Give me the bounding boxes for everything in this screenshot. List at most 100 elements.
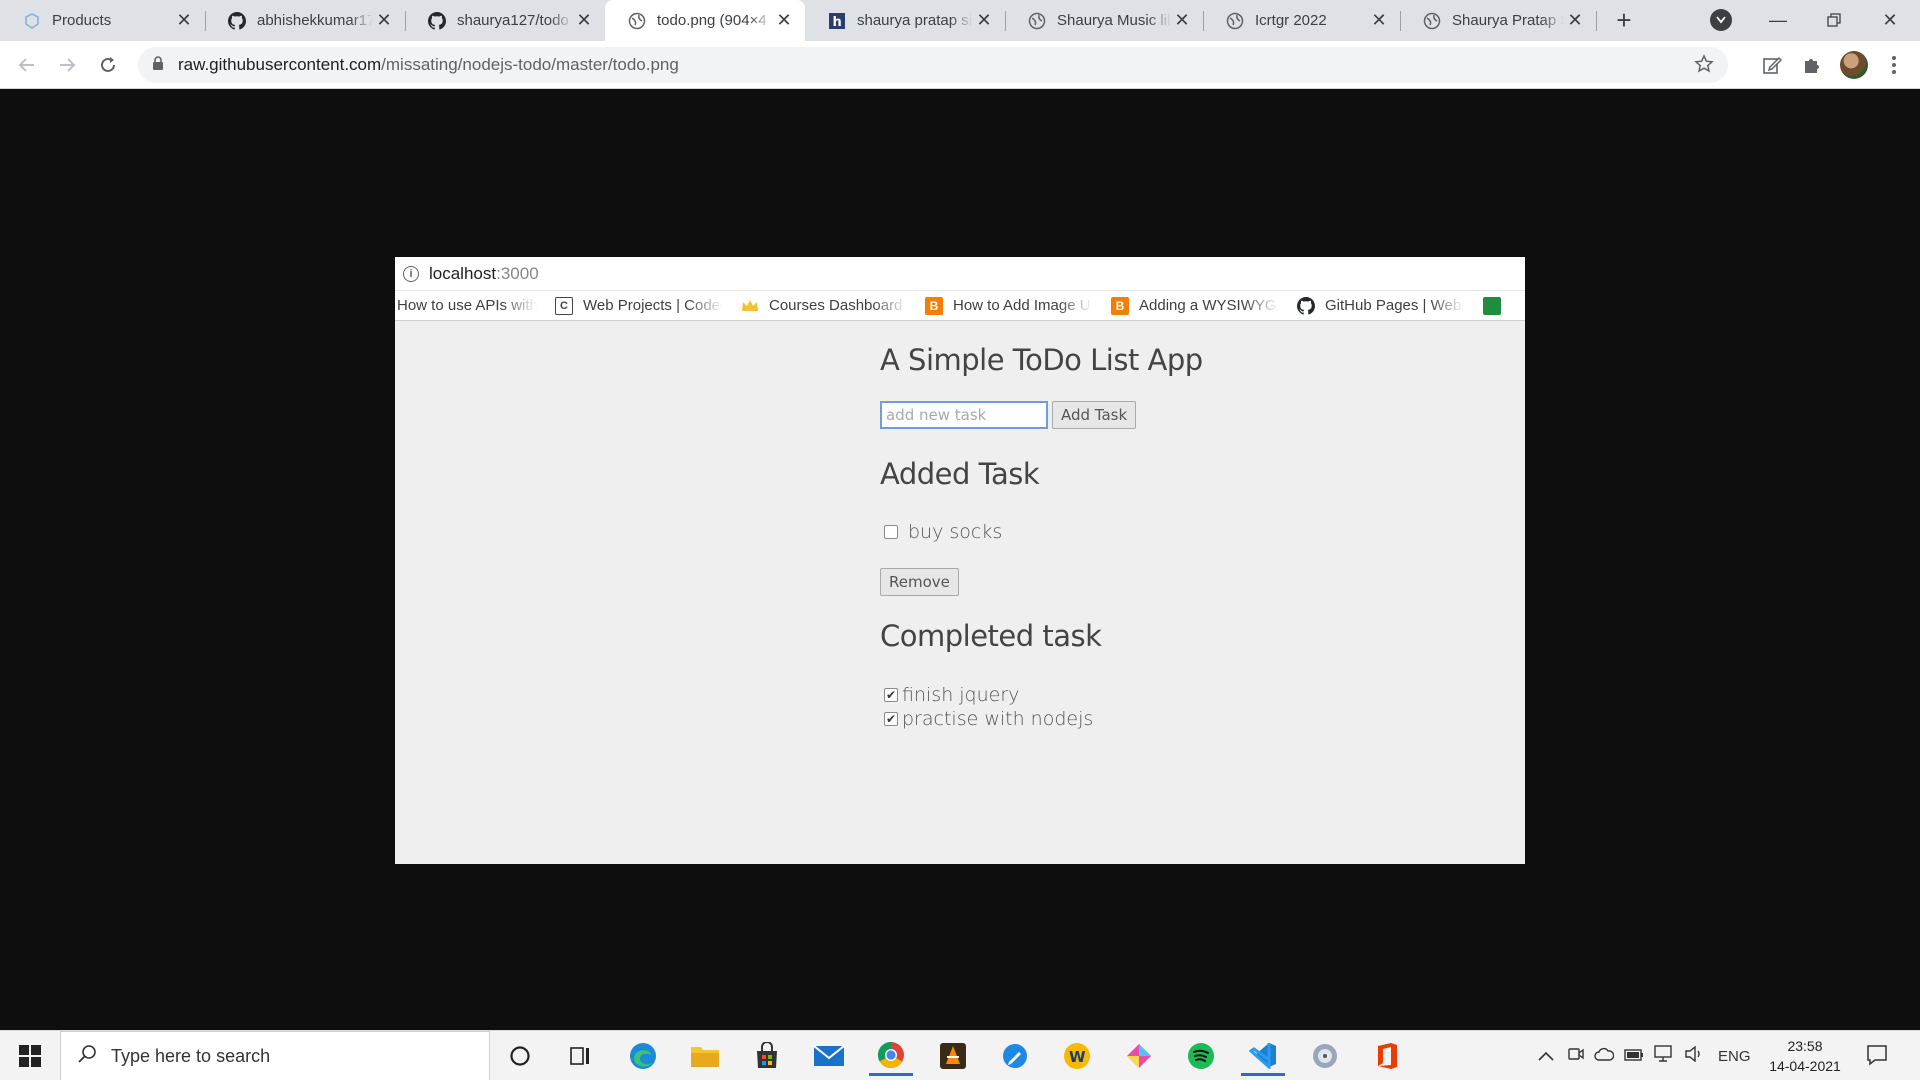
bookmark-star-icon[interactable] [1694, 54, 1714, 79]
taskbar-search-box[interactable]: Type here to search [60, 1031, 490, 1080]
mail-icon[interactable] [807, 1036, 851, 1076]
close-window-icon[interactable]: ✕ [1862, 0, 1918, 40]
back-arrow-icon[interactable] [13, 51, 41, 79]
close-tab-icon[interactable]: ✕ [773, 10, 795, 32]
windows-start-icon[interactable] [0, 1031, 60, 1080]
sheet-bookmark-icon [1483, 296, 1501, 315]
task-checkbox-checked[interactable]: ✔ [884, 688, 898, 702]
disk-utility-icon[interactable] [1303, 1036, 1347, 1076]
tab-strip: Products ✕ abhishekkumar17 ✕ shaurya127/… [0, 0, 1920, 41]
profile-avatar[interactable] [1840, 51, 1868, 79]
globe-icon [1422, 11, 1442, 31]
tab-search-icon[interactable] [1710, 9, 1732, 31]
restore-icon[interactable] [1806, 0, 1862, 40]
tab-icrtgr[interactable]: Icrtgr 2022 ✕ [1203, 0, 1400, 41]
battery-icon[interactable] [1624, 1048, 1644, 1065]
screenshot-port: :3000 [496, 263, 539, 283]
svg-text:h: h [833, 15, 842, 30]
cortana-icon[interactable] [498, 1036, 542, 1076]
task-view-icon[interactable] [558, 1036, 602, 1076]
close-tab-icon[interactable]: ✕ [973, 10, 995, 32]
completed-task-item[interactable]: ✔ finish jquery [884, 684, 1019, 706]
minimize-icon[interactable]: — [1750, 0, 1806, 40]
tab-music-lib[interactable]: Shaurya Music lib ✕ [1005, 0, 1203, 41]
completed-task-heading: Completed task [880, 619, 1102, 653]
added-task-heading: Added Task [880, 457, 1040, 491]
office-icon[interactable] [1365, 1036, 1409, 1076]
volume-icon[interactable] [1684, 1045, 1704, 1066]
onedrive-cloud-icon[interactable] [1594, 1047, 1615, 1065]
bookmark-item: GitHub Pages | Webs [1297, 296, 1465, 315]
vlc-icon[interactable] [931, 1036, 975, 1076]
tab-title: todo.png (904×4 [657, 12, 767, 29]
new-task-input[interactable] [880, 401, 1048, 429]
bookmark-label: GitHub Pages | Webs [1325, 297, 1465, 314]
search-icon [77, 1044, 97, 1069]
tab-title: Shaurya Pratap Si [1452, 12, 1564, 29]
chevron-up-icon[interactable] [1538, 1048, 1554, 1065]
globe-icon [1027, 11, 1047, 31]
bookmark-label: How to use APIs with [397, 297, 537, 314]
add-task-button[interactable]: Add Task [1052, 401, 1137, 429]
task-checkbox-checked[interactable]: ✔ [884, 712, 898, 726]
address-url: raw.githubusercontent.com/missating/node… [178, 55, 679, 75]
winamp-icon[interactable]: W [1055, 1036, 1099, 1076]
tab-title: shaurya127/todo [457, 12, 569, 29]
task-checkbox[interactable] [884, 525, 898, 539]
bookmark-item: C Web Projects | Codec [555, 296, 723, 315]
bookmark-item: B How to Add Image U [925, 296, 1093, 315]
close-tab-icon[interactable]: ✕ [373, 10, 395, 32]
microsoft-store-icon[interactable] [745, 1036, 789, 1076]
bookmark-label: How to Add Image U [953, 297, 1091, 314]
new-tab-icon[interactable]: + [1610, 5, 1638, 35]
bookmark-item [1483, 296, 1511, 315]
added-task-item[interactable]: buy socks [884, 521, 1002, 543]
system-tray: ENG [1538, 1031, 1751, 1080]
close-tab-icon[interactable]: ✕ [573, 10, 595, 32]
url-path: /missating/nodejs-todo/master/todo.png [381, 55, 679, 74]
pen-app-icon[interactable] [993, 1036, 1037, 1076]
close-tab-icon[interactable]: ✕ [173, 10, 195, 32]
tab-products[interactable]: Products ✕ [0, 0, 205, 41]
app-title: A Simple ToDo List App [880, 343, 1203, 377]
file-explorer-icon[interactable] [683, 1036, 727, 1076]
chrome-icon[interactable] [869, 1036, 913, 1076]
tab-github-shaurya[interactable]: shaurya127/todo ✕ [405, 0, 605, 41]
lock-icon[interactable] [152, 55, 164, 75]
tab-github-abhishek[interactable]: abhishekkumar17 ✕ [205, 0, 405, 41]
blogger-icon: B [1111, 296, 1129, 315]
close-tab-icon[interactable]: ✕ [1564, 10, 1586, 32]
bookmark-item: How to use APIs with [397, 297, 537, 314]
completed-task-item[interactable]: ✔ practise with nodejs [884, 708, 1093, 730]
address-bar[interactable]: raw.githubusercontent.com/missating/node… [138, 47, 1728, 83]
products-favicon [22, 11, 42, 31]
crown-icon [741, 297, 759, 315]
forward-arrow-icon[interactable] [53, 51, 81, 79]
clock-date: 14-04-2021 [1769, 1058, 1841, 1074]
close-tab-icon[interactable]: ✕ [1368, 10, 1390, 32]
tab-todo-png-active[interactable]: todo.png (904×4 ✕ [605, 0, 805, 41]
bookmark-label: Adding a WYSIWYG H [1139, 297, 1279, 314]
tab-shaurya-pratap[interactable]: Shaurya Pratap Si ✕ [1400, 0, 1596, 41]
clock-time: 23:58 [1787, 1038, 1823, 1054]
url-host: raw.githubusercontent.com [178, 55, 382, 74]
spotify-icon[interactable] [1179, 1036, 1223, 1076]
tab-hashnode[interactable]: h shaurya pratap si ✕ [805, 0, 1005, 41]
vscode-icon[interactable] [1241, 1036, 1285, 1076]
browser-toolbar: raw.githubusercontent.com/missating/node… [0, 41, 1920, 89]
screenshot-address-bar: i localhost:3000 [395, 257, 1525, 291]
network-icon[interactable] [1654, 1045, 1674, 1067]
edit-note-icon[interactable] [1758, 51, 1786, 79]
taskbar-clock[interactable]: 23:58 14-04-2021 [1760, 1036, 1850, 1076]
bookmark-item: B Adding a WYSIWYG H [1111, 296, 1279, 315]
close-tab-icon[interactable]: ✕ [1171, 10, 1193, 32]
edge-icon[interactable] [621, 1036, 665, 1076]
extensions-puzzle-icon[interactable] [1798, 51, 1826, 79]
remove-button[interactable]: Remove [880, 568, 959, 596]
meet-now-icon[interactable] [1568, 1046, 1584, 1066]
menu-kebab-icon[interactable] [1880, 51, 1908, 79]
notification-icon[interactable] [1866, 1044, 1888, 1071]
reload-icon[interactable] [94, 51, 122, 79]
language-indicator[interactable]: ENG [1718, 1048, 1751, 1065]
git-kraken-icon[interactable] [1117, 1036, 1161, 1076]
